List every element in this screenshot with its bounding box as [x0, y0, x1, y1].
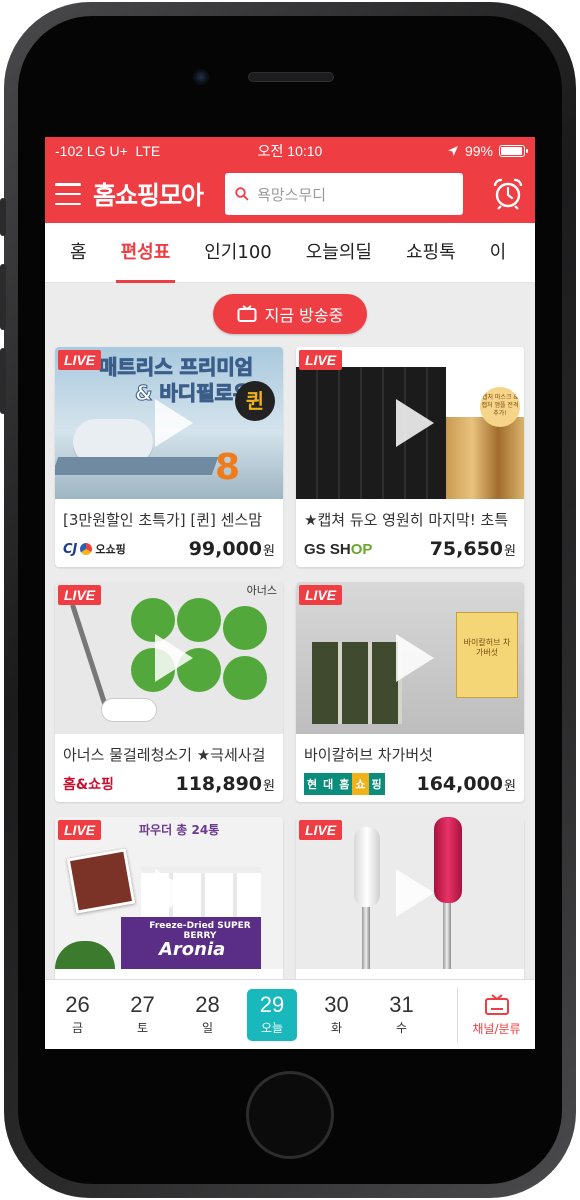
product-price: 75,650원	[429, 538, 516, 560]
product-thumbnail[interactable]: LIVE 파우더 총 24통 Freeze-Dried SUPER BERRY …	[55, 817, 283, 969]
thumb-caption: Aronia	[159, 939, 226, 960]
mattress-graphic	[55, 457, 219, 475]
menu-icon[interactable]	[55, 183, 81, 205]
thumb-caption: Freeze-Dried SUPER BERRY	[149, 921, 251, 941]
channel-logo-mark	[80, 543, 93, 555]
channel-logo: GS SHOP	[304, 540, 373, 558]
pink-blender-graphic	[434, 817, 462, 903]
play-icon[interactable]	[155, 634, 193, 682]
mute-switch	[0, 198, 6, 236]
play-icon[interactable]	[396, 869, 434, 917]
powder-bowl-graphic	[66, 848, 136, 914]
live-badge: LIVE	[58, 820, 102, 840]
status-bar: -102 LG U+ LTE 오전 10:10 99%	[45, 137, 535, 165]
alarm-clock-icon[interactable]	[491, 177, 525, 211]
product-price: 99,000원	[188, 538, 275, 560]
bottles-graphic	[312, 642, 402, 724]
now-on-air-button[interactable]: 지금 방송중	[213, 294, 367, 334]
top-tab-bar: 홈 편성표 인기100 오늘의딜 쇼핑톡 이	[45, 223, 535, 283]
date-item[interactable]: 26 금	[45, 993, 110, 1036]
tab-today-deal[interactable]: 오늘의딜	[289, 223, 389, 283]
product-thumbnail[interactable]: LIVE 바이칼허브 차가버섯	[296, 582, 524, 734]
date-selector: 26 금 27 토 28 일 29 오늘 30 화 31 수 채널/분류	[45, 979, 535, 1049]
product-title: ★캡쳐 듀오 영원히 마지막! 초특	[304, 511, 509, 529]
product-price: 164,000원	[416, 773, 516, 795]
channel-logo: 현 대 홈 쇼 핑	[304, 773, 385, 795]
product-thumbnail[interactable]: LIVE 매트리스 프리미엄 & 바디필로우 퀸 8	[55, 347, 283, 499]
thumb-caption: 매트리스 프리미엄	[98, 355, 254, 380]
front-camera	[193, 69, 209, 85]
app-screen: -102 LG U+ LTE 오전 10:10 99% 홈쇼핑모아 욕망스무디 …	[45, 137, 535, 1049]
date-item[interactable]: 27 토	[110, 993, 175, 1036]
thumb-caption: & 바디필로우	[134, 381, 252, 406]
mop-base-graphic	[101, 698, 157, 722]
search-icon	[235, 187, 249, 201]
product-bottles-graphic	[446, 417, 524, 499]
thumb-number: 8	[215, 447, 241, 488]
tab-home[interactable]: 홈	[45, 223, 104, 283]
product-title: 아너스 물걸레청소기 ★극세사걸	[63, 746, 266, 764]
thumb-caption: 파우더 총 24통	[139, 823, 220, 837]
carrier-label: -102 LG U+ LTE	[55, 143, 161, 159]
live-badge: LIVE	[299, 350, 343, 370]
date-item[interactable]: 28 일	[175, 993, 240, 1036]
product-title: 바이칼허브 차가버섯	[304, 746, 433, 764]
product-title: [3만원할인 초특가] [퀸] 센스맘	[63, 511, 263, 529]
app-header: 홈쇼핑모아 욕망스무디	[45, 165, 535, 223]
play-icon[interactable]	[396, 399, 434, 447]
play-icon[interactable]	[155, 869, 193, 917]
thumb-caption: 아너스	[246, 584, 277, 597]
thumb-badge: 퀸	[235, 381, 275, 421]
thumb-caption: 바이칼허브 차가버섯	[463, 638, 511, 657]
white-blender-shaft	[362, 907, 370, 969]
play-icon[interactable]	[396, 634, 434, 682]
speaker-grille	[248, 72, 334, 82]
product-price: 118,890원	[175, 773, 275, 795]
channel-category-button[interactable]: 채널/분류	[457, 986, 535, 1043]
product-card[interactable]: LIVE 바이칼허브 차가버섯 바이칼허브 차가버섯 현 대 홈 쇼 핑 164…	[296, 582, 524, 802]
mop-handle-graphic	[70, 603, 109, 711]
channel-logo: 홈&쇼핑	[63, 777, 114, 793]
tab-more[interactable]: 이	[473, 223, 524, 283]
live-badge: LIVE	[58, 350, 102, 370]
live-badge: LIVE	[299, 820, 343, 840]
tv-icon	[237, 305, 257, 322]
pink-blender-shaft	[443, 903, 451, 969]
live-badge: LIVE	[58, 585, 102, 605]
now-on-air-label: 지금 방송중	[264, 306, 344, 325]
live-badge: LIVE	[299, 585, 343, 605]
white-blender-graphic	[354, 827, 380, 907]
channel-logo: CJ 오쇼핑	[63, 541, 126, 557]
date-item[interactable]: 30 화	[304, 993, 369, 1036]
product-thumbnail[interactable]: LIVE 캡처 마스크 & 캡처 앰플 전격추가!	[296, 347, 524, 499]
product-thumbnail[interactable]: LIVE 아너스	[55, 582, 283, 734]
tv-icon	[484, 993, 509, 1015]
battery-percent: 99%	[464, 143, 493, 159]
volume-down-button	[0, 348, 6, 414]
play-icon[interactable]	[155, 399, 193, 447]
app-title: 홈쇼핑모아	[93, 181, 204, 210]
volume-up-button	[0, 264, 6, 330]
tab-shopping-talk[interactable]: 쇼핑톡	[389, 223, 473, 283]
tab-top100[interactable]: 인기100	[187, 223, 288, 283]
tab-schedule[interactable]: 편성표	[104, 223, 188, 283]
channel-category-label: 채널/분류	[472, 1021, 521, 1036]
battery-icon	[499, 145, 528, 157]
schedule-content: 지금 방송중 LIVE 매트리스 프리미엄 & 바디필로우 퀸 8 [3만원할인…	[45, 283, 535, 1049]
location-arrow-icon	[447, 146, 458, 156]
product-card[interactable]: LIVE 캡처 마스크 & 캡처 앰플 전격추가! ★캡쳐 듀오 영원히 마지막…	[296, 347, 524, 567]
product-card[interactable]: LIVE 매트리스 프리미엄 & 바디필로우 퀸 8 [3만원할인 초특가] […	[55, 347, 283, 567]
search-input[interactable]: 욕망스무디	[225, 173, 464, 215]
search-placeholder: 욕망스무디	[257, 185, 327, 204]
thumb-sticker: 캡처 마스크 & 캡처 앰플 전격추가!	[480, 387, 520, 427]
home-button[interactable]	[246, 1071, 334, 1159]
date-item-today[interactable]: 29 오늘	[247, 988, 297, 1041]
leaves-graphic	[55, 941, 115, 969]
product-thumbnail[interactable]: LIVE	[296, 817, 524, 969]
product-card[interactable]: LIVE 아너스 아너스 물걸레청소기 ★극세사걸 홈&쇼핑 118,890원	[55, 582, 283, 802]
date-item[interactable]: 31 수	[369, 993, 434, 1036]
